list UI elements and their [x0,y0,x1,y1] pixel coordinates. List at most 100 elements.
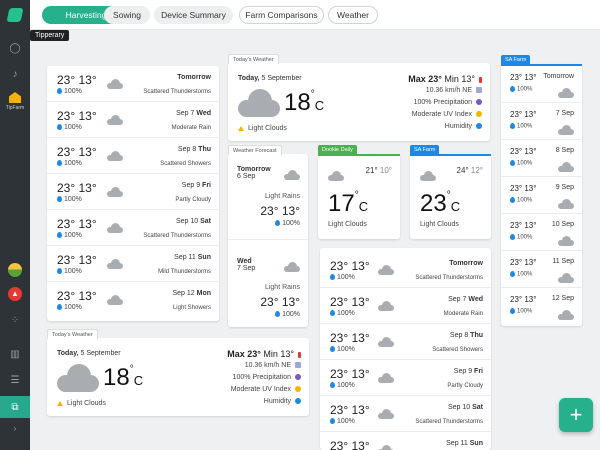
temp-range: 23° 13° [260,295,300,309]
current-temp: 17°C [328,190,369,217]
sun-icon [295,386,301,393]
todays-weather-card-2: Today's Weather Today, 5 September 18°C … [47,329,309,416]
cloud-icon [57,364,99,397]
temp-range: 23° 13° [330,259,370,273]
forecast-day: Sep 9 Fri [181,182,211,189]
temp-range: 23° 13° [57,73,97,87]
add-widget-button[interactable]: + [559,398,593,432]
temp-range: 23° 13° [510,147,537,156]
tab-farm-comparisons[interactable]: Farm Comparisons [239,6,324,24]
temp-range: 23° 13° [57,109,97,123]
list-icon[interactable]: ☰ [7,372,23,388]
cloud-icon [378,406,394,424]
forecast-day-block: Tomorrow 6 Sep Light Rains 23° 13° 100% [228,154,308,240]
temp-range: 23° 13° [510,184,537,193]
farm-icon [9,92,21,103]
forecast-day: Sep 11 Sun [174,254,211,261]
cloud-icon [558,270,574,288]
cloud-icon [420,168,436,186]
forecast-condition: Scattered Showers [432,347,483,353]
precip-value: 100% [330,310,355,317]
tab-weather[interactable]: Weather [328,6,378,24]
weather-forecast-card: Weather Forecast Tomorrow 6 Sep Light Rai… [228,145,308,327]
drop-icon [510,160,515,166]
cloud-icon [378,370,394,388]
temp-range: 23° 13° [330,295,370,309]
temp-range: 23° 13° [330,403,370,417]
today-condition: Light Clouds [420,221,459,228]
card-tag: Today's Weather [228,54,279,64]
forecast-day: Tomorrow [177,74,211,81]
forecast-condition: Light Showers [172,305,211,311]
today-date: Today, 5 September [238,75,302,82]
forecast-day: Sep 7 Wed [176,110,211,117]
grid-icon[interactable]: ⁘ [7,312,23,328]
bell-icon[interactable]: ♪ [7,66,23,82]
precip-value: 100% [57,160,82,167]
forecast-row: 23° 13° 100% Sep 7 Wed Moderate Rain [320,288,491,324]
cloud-icon [284,167,300,185]
sidebar: ◯ ♪ TipFarm ▲ ⁘ ▥ ☰ ⧉ › [0,0,30,450]
forecast-row: 23° 13° 100% Sep 11 Sun Mild Thunderstor… [47,246,219,282]
humidity-value: Humidity [227,396,301,408]
max-min: Max 23° Min 13° [227,348,301,360]
user-icon[interactable]: ◯ [7,40,23,56]
precip-value: 100% [510,271,532,278]
tab-device-summary[interactable]: Device Summary [154,6,233,24]
precip-value: 100% [510,123,532,130]
alert-icon[interactable]: ▲ [7,286,23,302]
temp-range: 23° 13° [57,145,97,159]
map-icon[interactable]: ▥ [7,346,23,362]
temp-range: 23° 13° [260,204,300,218]
drop-icon [510,308,515,314]
sa-farm-daily-card: SA Farm 24° 12° 23°C Light Clouds [410,145,491,239]
temp-range: 23° 13° [57,217,97,231]
rain-icon [476,99,482,106]
current-temp: 23°C [420,190,461,217]
drop-icon [510,197,515,203]
temp-range: 24° 12° [456,166,483,175]
warning-icon [238,125,244,131]
current-temp: 18°C [284,89,325,116]
forecast-day: Sep 8 Thu [177,146,211,153]
cloud-icon [107,76,123,94]
forecast-condition: Partly Cloudy [175,197,211,203]
drop-icon [330,274,335,281]
today-condition: Light Clouds [238,125,287,132]
landscape-icon[interactable] [7,262,23,278]
cloud-icon [107,184,123,202]
cloud-icon [558,233,574,251]
temp-range: 23° 13° [330,331,370,345]
forecast-date: 10 Sep [551,221,574,228]
forecast-condition: Scattered Thunderstorms [415,419,483,425]
list-item: 23° 13° 10 Sep 100% [501,214,582,251]
farm-selector[interactable]: TipFarm [0,92,30,111]
cloud-icon [378,334,394,352]
temp-range: 23° 13° [57,181,97,195]
card-accent-line [410,154,491,156]
forecast-date: 7 Sep [555,110,574,117]
forecast-day: Sep 10 Sat [175,218,211,225]
card-accent-line [318,154,400,156]
forecast-day: Sep 7 Wed [448,296,483,303]
cloud-icon [558,122,574,140]
cloud-icon [558,85,574,103]
temp-range: 23° 13° [510,295,537,304]
forecast-condition: Scattered Thunderstorms [143,233,211,239]
forecast-day: Sep 8 Thu [449,332,483,339]
devices-icon[interactable]: ⧉ [0,396,30,418]
tab-sowing[interactable]: Sowing [104,6,150,24]
precip-value: 100% [57,232,82,239]
forecast-date: Tomorrow [543,73,574,80]
forecast-condition: Scattered Showers [160,161,211,167]
drop-icon [510,123,515,129]
today-details: Max 23° Min 13° 10.36 km/h NE 100% Preci… [227,348,301,408]
list-item: 23° 13° Tomorrow 100% [501,66,582,103]
cloud-icon [558,196,574,214]
app-logo[interactable] [0,0,30,30]
sa-farm-list-card: SA Farm 23° 13° Tomorrow 100% 23° 13° 7 … [501,55,582,326]
cloud-icon [328,168,344,186]
temp-range: 23° 13° [510,73,537,82]
farm-label: TipFarm [5,105,25,111]
expand-icon[interactable]: › [0,424,30,433]
